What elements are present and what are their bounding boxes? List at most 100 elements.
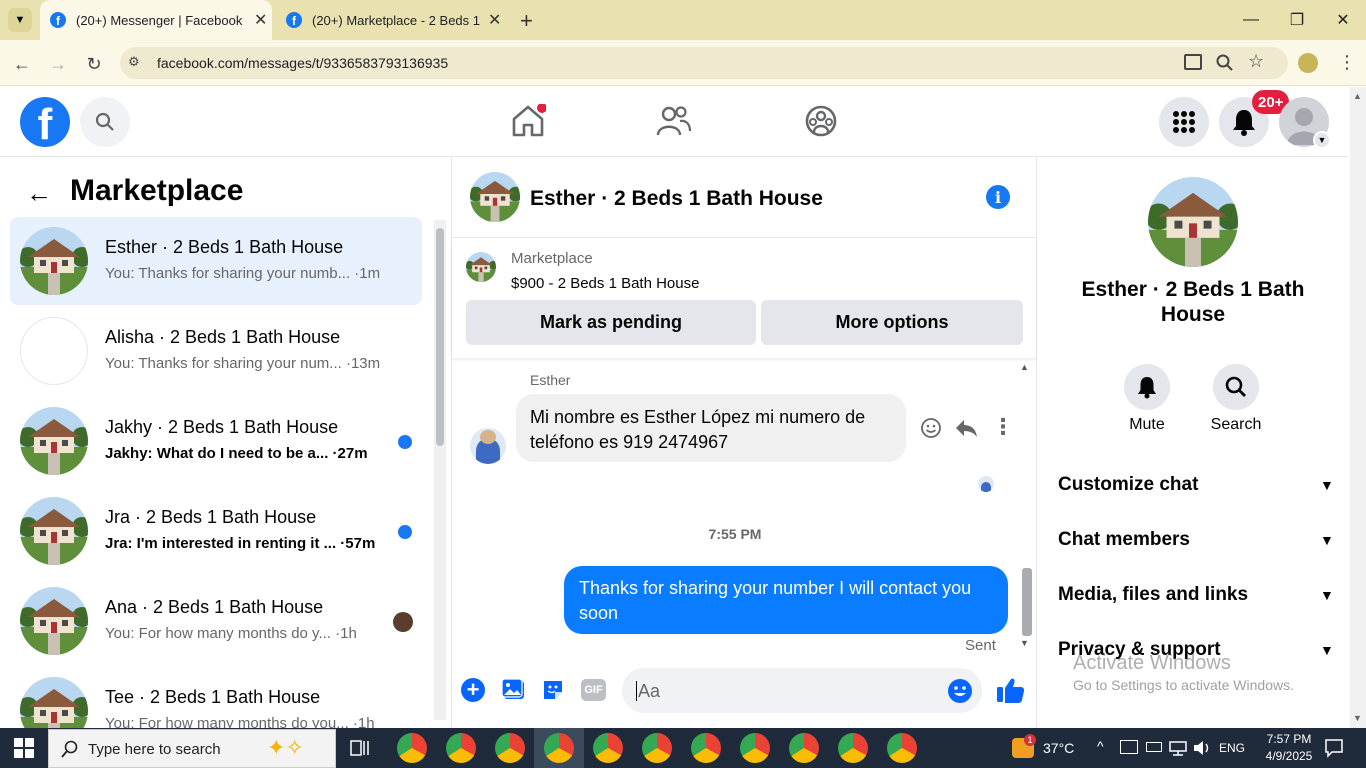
chevron-down-icon[interactable]: ▼ bbox=[1320, 532, 1334, 548]
taskbar-app-chrome-icon[interactable] bbox=[397, 733, 427, 763]
customize-chat-section[interactable]: Customize chat bbox=[1058, 474, 1198, 496]
back-arrow-icon[interactable]: ← bbox=[26, 178, 52, 209]
more-actions-icon[interactable]: ⋮ bbox=[992, 414, 1014, 440]
browser-menu-icon[interactable]: ⋮ bbox=[1338, 52, 1356, 73]
search-in-chat-button[interactable] bbox=[1213, 364, 1259, 410]
minimize-icon[interactable]: — bbox=[1228, 0, 1274, 40]
sender-avatar[interactable] bbox=[470, 428, 506, 464]
tab-title: (20+) Messenger | Facebook bbox=[76, 12, 243, 28]
restore-icon[interactable]: ❐ bbox=[1274, 0, 1320, 40]
groups-icon[interactable] bbox=[804, 104, 838, 138]
scrollbar-thumb[interactable] bbox=[1022, 568, 1032, 636]
bookmark-star-icon[interactable]: ☆ bbox=[1248, 51, 1264, 72]
account-chevron-icon[interactable]: ▼ bbox=[1313, 131, 1331, 149]
conversation-name: Jakhy · 2 Beds 1 Bath House bbox=[105, 417, 339, 437]
chat-details-panel: Esther · 2 Beds 1 Bath House Mute Search… bbox=[1038, 158, 1350, 728]
chat-title[interactable]: Esther · 2 Beds 1 Bath House bbox=[530, 187, 823, 211]
facebook-logo-icon[interactable]: f bbox=[20, 97, 70, 147]
mark-as-pending-button[interactable]: Mark as pending bbox=[466, 300, 756, 345]
chevron-down-icon[interactable]: ▼ bbox=[1320, 587, 1334, 603]
mute-button[interactable] bbox=[1124, 364, 1170, 410]
conversation-name: Tee · 2 Beds 1 Bath House bbox=[105, 687, 321, 707]
volume-icon[interactable] bbox=[1192, 739, 1212, 757]
zoom-icon[interactable] bbox=[1216, 54, 1234, 72]
tab-close-icon[interactable]: ✕ bbox=[488, 10, 501, 30]
profile-icon[interactable] bbox=[1298, 53, 1318, 73]
chat-scrollbar[interactable]: ▲ ▼ bbox=[1020, 362, 1034, 652]
tab-close-icon[interactable]: ✕ bbox=[254, 10, 267, 30]
taskbar-app-chrome-icon[interactable] bbox=[740, 733, 770, 763]
taskbar-app-chrome-icon[interactable] bbox=[544, 733, 574, 763]
search-button[interactable] bbox=[80, 97, 130, 147]
site-info-icon[interactable]: ⚙ bbox=[128, 54, 146, 72]
house-thumbnail bbox=[20, 677, 88, 728]
plus-actions-icon[interactable]: + bbox=[461, 678, 485, 702]
outgoing-message-bubble[interactable]: Thanks for sharing your number I will co… bbox=[564, 566, 1008, 634]
conversation-name: Alisha · 2 Beds 1 Bath House bbox=[105, 327, 341, 347]
taskbar-app-chrome-icon[interactable] bbox=[887, 733, 917, 763]
conversation-item[interactable]: Ana · 2 Beds 1 Bath House You: For how m… bbox=[10, 577, 422, 665]
clock[interactable]: 7:57 PM 4/9/2025 bbox=[1254, 731, 1324, 765]
scroll-up-icon[interactable]: ▲ bbox=[1020, 362, 1029, 372]
reload-icon[interactable]: ↻ bbox=[82, 52, 106, 76]
conversation-item[interactable]: Esther · 2 Beds 1 Bath House You: Thanks… bbox=[10, 217, 422, 305]
network-icon[interactable] bbox=[1168, 739, 1188, 757]
taskbar-app-chrome-icon[interactable] bbox=[789, 733, 819, 763]
taskbar-app-chrome-icon[interactable] bbox=[838, 733, 868, 763]
scrollbar-thumb[interactable] bbox=[436, 228, 444, 446]
taskbar-search-box[interactable]: Type here to search ✦✧ bbox=[48, 729, 336, 768]
taskbar-app-chrome-icon[interactable] bbox=[642, 733, 672, 763]
security-tray-icon[interactable] bbox=[1120, 740, 1138, 754]
tab-search-button[interactable]: ▼ bbox=[8, 8, 32, 32]
windows-start-icon[interactable] bbox=[14, 738, 34, 758]
back-arrow-icon[interactable]: ← bbox=[10, 52, 34, 76]
search-icon bbox=[1225, 376, 1246, 397]
photo-icon[interactable] bbox=[501, 678, 527, 702]
conversation-item[interactable]: Jra · 2 Beds 1 Bath House Jra: I'm inter… bbox=[10, 487, 422, 575]
incoming-message-bubble[interactable]: Mi nombre es Esther López mi numero de t… bbox=[516, 394, 906, 462]
thumbs-up-icon[interactable] bbox=[996, 676, 1026, 704]
info-icon[interactable]: i bbox=[986, 185, 1010, 209]
conversation-item[interactable]: Jakhy · 2 Beds 1 Bath House Jakhy: What … bbox=[10, 397, 422, 485]
friends-icon[interactable] bbox=[656, 104, 692, 138]
taskbar-app-chrome-icon[interactable] bbox=[446, 733, 476, 763]
sticker-icon[interactable] bbox=[541, 678, 565, 702]
tray-overflow-icon[interactable]: ^ bbox=[1097, 738, 1104, 754]
install-app-icon[interactable] bbox=[1184, 54, 1202, 70]
chevron-down-icon[interactable]: ▼ bbox=[1320, 642, 1334, 658]
more-options-button[interactable]: More options bbox=[761, 300, 1023, 345]
home-icon[interactable] bbox=[510, 104, 546, 138]
page-scrollbar[interactable]: ▲ ▼ bbox=[1350, 87, 1366, 728]
chat-avatar[interactable] bbox=[470, 172, 520, 222]
task-view-icon[interactable] bbox=[350, 739, 370, 757]
chat-members-section[interactable]: Chat members bbox=[1058, 529, 1190, 551]
chevron-down-icon[interactable]: ▼ bbox=[1320, 477, 1334, 493]
tab-messenger[interactable]: f (20+) Messenger | Facebook ✕ bbox=[40, 0, 272, 40]
url-text[interactable]: facebook.com/messages/t/9336583793136935 bbox=[157, 55, 448, 71]
reply-icon[interactable] bbox=[954, 417, 978, 439]
forward-arrow-icon[interactable]: → bbox=[46, 52, 70, 76]
conversation-preview: Jra: I'm interested in renting it ... ·5… bbox=[105, 535, 376, 552]
emoji-picker-icon[interactable] bbox=[947, 678, 973, 704]
weather-temp[interactable]: 37°C bbox=[1043, 740, 1074, 756]
scroll-down-icon[interactable]: ▼ bbox=[1020, 638, 1029, 648]
notification-center-icon[interactable] bbox=[1324, 738, 1344, 758]
taskbar-app-chrome-icon[interactable] bbox=[495, 733, 525, 763]
profile-photo[interactable] bbox=[1148, 177, 1238, 267]
taskbar-app-chrome-icon[interactable] bbox=[593, 733, 623, 763]
taskbar-app-chrome-icon[interactable] bbox=[691, 733, 721, 763]
battery-icon[interactable] bbox=[1146, 742, 1162, 752]
window-close-icon[interactable]: ✕ bbox=[1320, 0, 1366, 40]
conversation-item[interactable]: Tee · 2 Beds 1 Bath House You: For how m… bbox=[10, 667, 422, 728]
gif-icon[interactable]: GIF bbox=[581, 679, 606, 701]
message-input[interactable]: Aa bbox=[622, 668, 982, 713]
menu-button[interactable] bbox=[1159, 97, 1209, 147]
new-tab-plus-icon[interactable]: + bbox=[520, 8, 533, 34]
emoji-react-icon[interactable] bbox=[920, 417, 942, 439]
sidebar-scrollbar[interactable] bbox=[434, 220, 446, 720]
media-files-links-section[interactable]: Media, files and links bbox=[1058, 584, 1248, 606]
conversation-item[interactable]: Alisha · 2 Beds 1 Bath House You: Thanks… bbox=[10, 307, 422, 395]
tab-marketplace[interactable]: f (20+) Marketplace - 2 Beds 1 Bath ✕ bbox=[276, 0, 508, 40]
listing-title[interactable]: $900 - 2 Beds 1 Bath House bbox=[511, 275, 699, 292]
language-indicator[interactable]: ENG bbox=[1219, 741, 1245, 755]
